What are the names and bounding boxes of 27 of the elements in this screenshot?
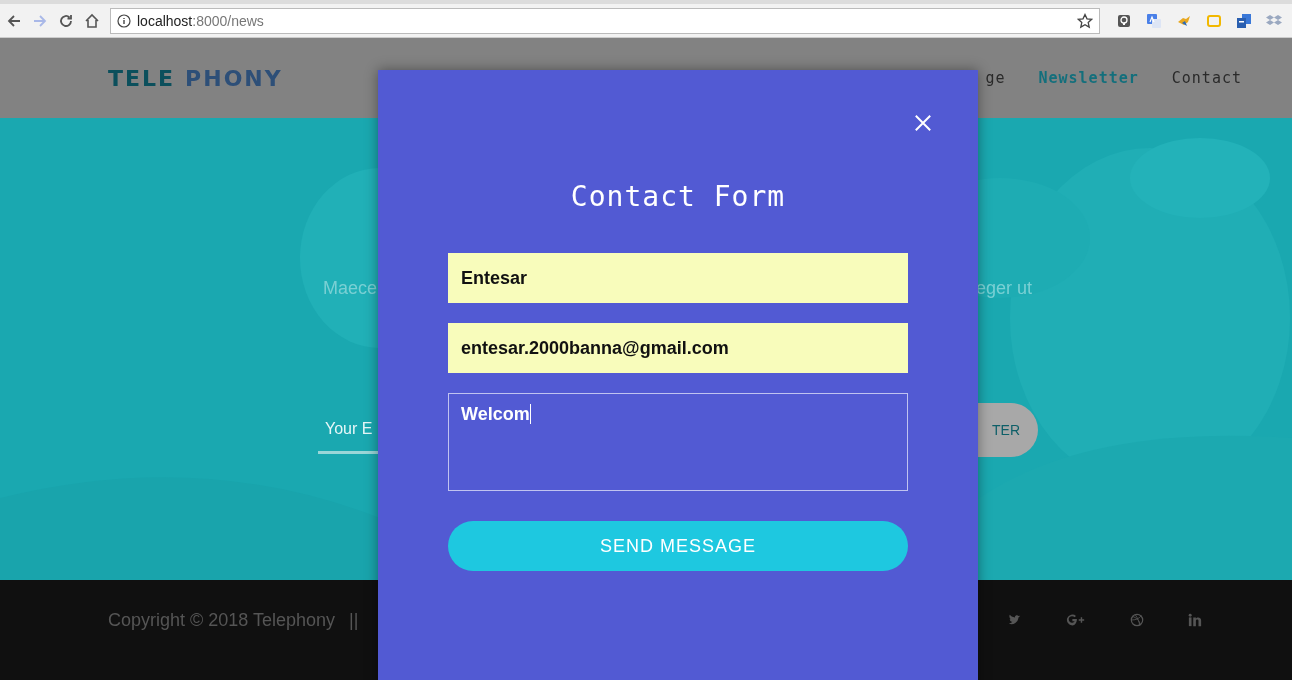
intro-text: Maece <box>323 278 378 299</box>
extension-icon[interactable] <box>1116 12 1132 29</box>
dribbble-icon[interactable] <box>1130 613 1144 627</box>
close-icon[interactable] <box>914 114 932 132</box>
input-field[interactable]: entesar.2000banna@gmail.com <box>448 323 908 373</box>
message-field[interactable]: Welcom <box>448 393 908 491</box>
nav-link[interactable]: ge <box>985 69 1006 87</box>
info-icon <box>117 13 131 28</box>
intro-text: eger ut <box>975 278 1032 299</box>
copyright-text: Copyright © 2018 Telephony <box>108 609 336 631</box>
input-field[interactable]: Entesar <box>448 253 908 303</box>
google-plus-icon[interactable] <box>1066 613 1086 627</box>
separator-text: || <box>349 609 359 631</box>
site-logo[interactable]: TELE PHONY <box>108 65 283 91</box>
url-text: localhost:8000/news <box>137 12 265 29</box>
nav-link[interactable]: Contact <box>1171 69 1242 87</box>
home-icon[interactable] <box>84 12 100 29</box>
linkedin-icon[interactable] <box>1188 613 1202 627</box>
documents-icon[interactable] <box>1236 12 1252 29</box>
subscribe-button[interactable]: TER <box>978 403 1038 457</box>
send-button[interactable]: SEND MESSAGE <box>448 521 908 571</box>
back-icon[interactable] <box>6 12 22 29</box>
translate-icon[interactable] <box>1146 12 1162 29</box>
reload-icon[interactable] <box>58 12 74 29</box>
star-icon[interactable] <box>1077 12 1093 29</box>
modal-title: Contact Form <box>569 180 787 213</box>
address-bar[interactable]: localhost:8000/news <box>110 7 1100 34</box>
